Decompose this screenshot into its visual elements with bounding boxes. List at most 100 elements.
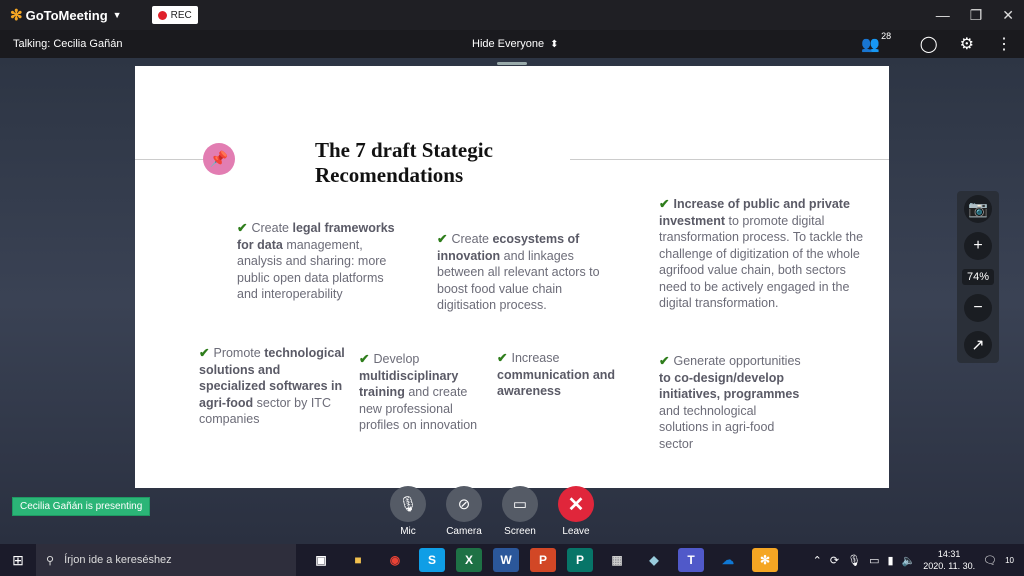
up-down-chevron-icon: ⬍ [550, 38, 559, 50]
rec-2-pre: Create [451, 232, 493, 246]
taskbar-apps: ▣ ■ ◉ S X W P P ▦ ◆ T ☁ ✻ [308, 548, 778, 572]
chevron-down-icon: ▼ [112, 10, 122, 20]
rec-7-post: and technological solutions in agri-food… [659, 403, 775, 451]
shared-slide: 📌 The 7 draft Stategic Recomendations ✔ C… [135, 66, 889, 488]
clock-time: 14:31 [937, 549, 961, 559]
presenter-label: Cecilia Gañán is presenting [12, 497, 151, 516]
task-view-icon[interactable]: ▣ [308, 548, 334, 572]
leave-label: Leave [562, 526, 590, 537]
word-icon[interactable]: W [493, 548, 519, 572]
window-controls: — ❐ ✕ [936, 0, 1014, 30]
app-menu-button[interactable]: ✻ GoToMeeting ▼ [10, 6, 122, 24]
talking-indicator: Talking: Cecilia Gañán [13, 38, 123, 50]
teams-icon[interactable]: T [678, 548, 704, 572]
rec-label: REC [170, 9, 192, 21]
leave-button[interactable]: ✕ Leave [558, 486, 594, 537]
attendee-count: 28 [881, 31, 892, 41]
taskbar-search-box[interactable]: ⚲ Írjon ide a kereséshez [36, 544, 296, 576]
onedrive-icon[interactable]: ☁ [715, 548, 741, 572]
slide-title-line1: The 7 draft Stategic [315, 138, 493, 162]
recommendation-7: ✔ Generate opportunities to co-design/dev… [659, 353, 809, 452]
settings-gear-icon[interactable]: ⚙ [960, 34, 974, 54]
slide-title: The 7 draft Stategic Recomendations [315, 138, 575, 188]
powerpoint-icon[interactable]: P [530, 548, 556, 572]
network-icon[interactable]: ▭ [869, 554, 879, 567]
zoom-out-icon[interactable]: − [964, 293, 992, 322]
attendees-button[interactable]: 👥 28 [861, 31, 891, 53]
meeting-top-bar: Talking: Cecilia Gañán Hide Everyone ⬍ 👥… [0, 30, 1024, 58]
zoom-level: 74% [961, 268, 995, 285]
pushpin-icon: 📌 [203, 143, 235, 175]
recommendation-3: ✔ Increase of public and private investme… [659, 196, 869, 312]
notes-icon[interactable]: ◆ [641, 548, 667, 572]
camera-label: Camera [446, 526, 482, 537]
checkmark-icon: ✔ [359, 352, 370, 366]
people-icon: 👥 [861, 36, 880, 53]
file-explorer-icon[interactable]: ■ [345, 548, 371, 572]
mic-button[interactable]: 🎙 Mic [390, 486, 426, 537]
title-divider-right [570, 159, 889, 160]
rec-1-pre: Create [251, 221, 293, 235]
hide-everyone-label: Hide Everyone [472, 38, 545, 50]
mic-muted-icon: 🎙 [390, 486, 426, 522]
volume-icon[interactable]: 🔈 [902, 554, 916, 567]
system-tray: ⌃ ⟳ 🎙 ▭ ▮ 🔈 14:31 2020. 11. 30. 🗨 10 [813, 548, 1014, 572]
rec-6-bold: communication and awareness [497, 367, 616, 399]
checkmark-icon: ✔ [659, 197, 670, 211]
slide-title-line2: Recomendations [315, 163, 464, 187]
meeting-controls: 🎙 Mic ⊘ Camera ▭ Screen ✕ Leave [390, 486, 594, 537]
checkmark-icon: ✔ [237, 221, 248, 235]
checkmark-icon: ✔ [659, 354, 670, 368]
sync-icon[interactable]: ⟳ [830, 554, 839, 567]
restore-icon[interactable]: ❐ [970, 7, 983, 24]
more-options-icon[interactable]: ⋮ [996, 34, 1012, 54]
rec-7-bold: to co-design/develop initiatives, progra… [659, 370, 800, 402]
notifications-icon[interactable]: 🗨 [983, 554, 997, 567]
windows-start-icon[interactable]: ⊞ [0, 552, 36, 569]
gotomeeting-logo-icon: ✻ [10, 7, 23, 24]
checkmark-icon: ✔ [199, 346, 210, 360]
taskbar-clock[interactable]: 14:31 2020. 11. 30. [923, 548, 975, 572]
hide-everyone-button[interactable]: Hide Everyone ⬍ [472, 38, 559, 50]
camera-snapshot-icon[interactable]: 📷 [964, 195, 992, 224]
rec-4-pre: Promote [213, 346, 265, 360]
recording-badge[interactable]: REC [151, 6, 198, 24]
microphone-icon[interactable]: 🎙 [847, 554, 861, 567]
minimize-icon[interactable]: — [936, 7, 950, 23]
chat-icon[interactable]: ◯ [920, 34, 938, 54]
close-icon: ✕ [558, 486, 594, 522]
search-icon: ⚲ [46, 554, 55, 567]
screen-share-side-panel: 📷 + 74% − ↗ [957, 191, 999, 363]
screen-button[interactable]: ▭ Screen [502, 486, 538, 537]
close-icon[interactable]: ✕ [1002, 7, 1014, 24]
checkmark-icon: ✔ [437, 232, 448, 246]
chevron-up-icon[interactable]: ⌃ [813, 554, 822, 567]
title-divider-left [135, 159, 205, 160]
recommendation-6: ✔ Increase communication and awareness [497, 350, 633, 400]
battery-icon[interactable]: ▮ [887, 554, 893, 567]
publisher-icon[interactable]: P [567, 548, 593, 572]
camera-button[interactable]: ⊘ Camera [446, 486, 482, 537]
rec-7-pre: Generate opportunities [673, 354, 801, 368]
rec-6-pre: Increase [511, 351, 560, 365]
recommendation-5: ✔ Develop multidisciplinary training and … [359, 351, 491, 434]
screen-share-off-icon: ▭ [502, 486, 538, 522]
screen-label: Screen [504, 526, 536, 537]
stage-handle[interactable] [497, 62, 527, 65]
clock-date: 2020. 11. 30. [923, 561, 976, 571]
chrome-icon[interactable]: ◉ [382, 548, 408, 572]
top-right-actions: 👥 28 ◯ ⚙ ⋮ [861, 31, 1012, 54]
recommendation-1: ✔ Create legal frameworks for data manage… [237, 220, 407, 303]
skype-icon[interactable]: S [419, 548, 445, 572]
notification-count: 10 [1005, 555, 1014, 565]
calculator-icon[interactable]: ▦ [604, 548, 630, 572]
zoom-in-icon[interactable]: + [964, 232, 992, 261]
recommendation-2: ✔ Create ecosystems of innovation and lin… [437, 231, 609, 314]
pop-out-icon[interactable]: ↗ [964, 330, 992, 359]
recommendation-4: ✔ Promote technological solutions and spe… [199, 345, 347, 428]
excel-icon[interactable]: X [456, 548, 482, 572]
gotomeeting-taskbar-icon[interactable]: ✻ [752, 548, 778, 572]
windows-taskbar: ⊞ ⚲ Írjon ide a kereséshez ▣ ■ ◉ S X W P… [0, 544, 1024, 576]
app-name: GoToMeeting [25, 7, 108, 23]
camera-off-icon: ⊘ [446, 486, 482, 522]
